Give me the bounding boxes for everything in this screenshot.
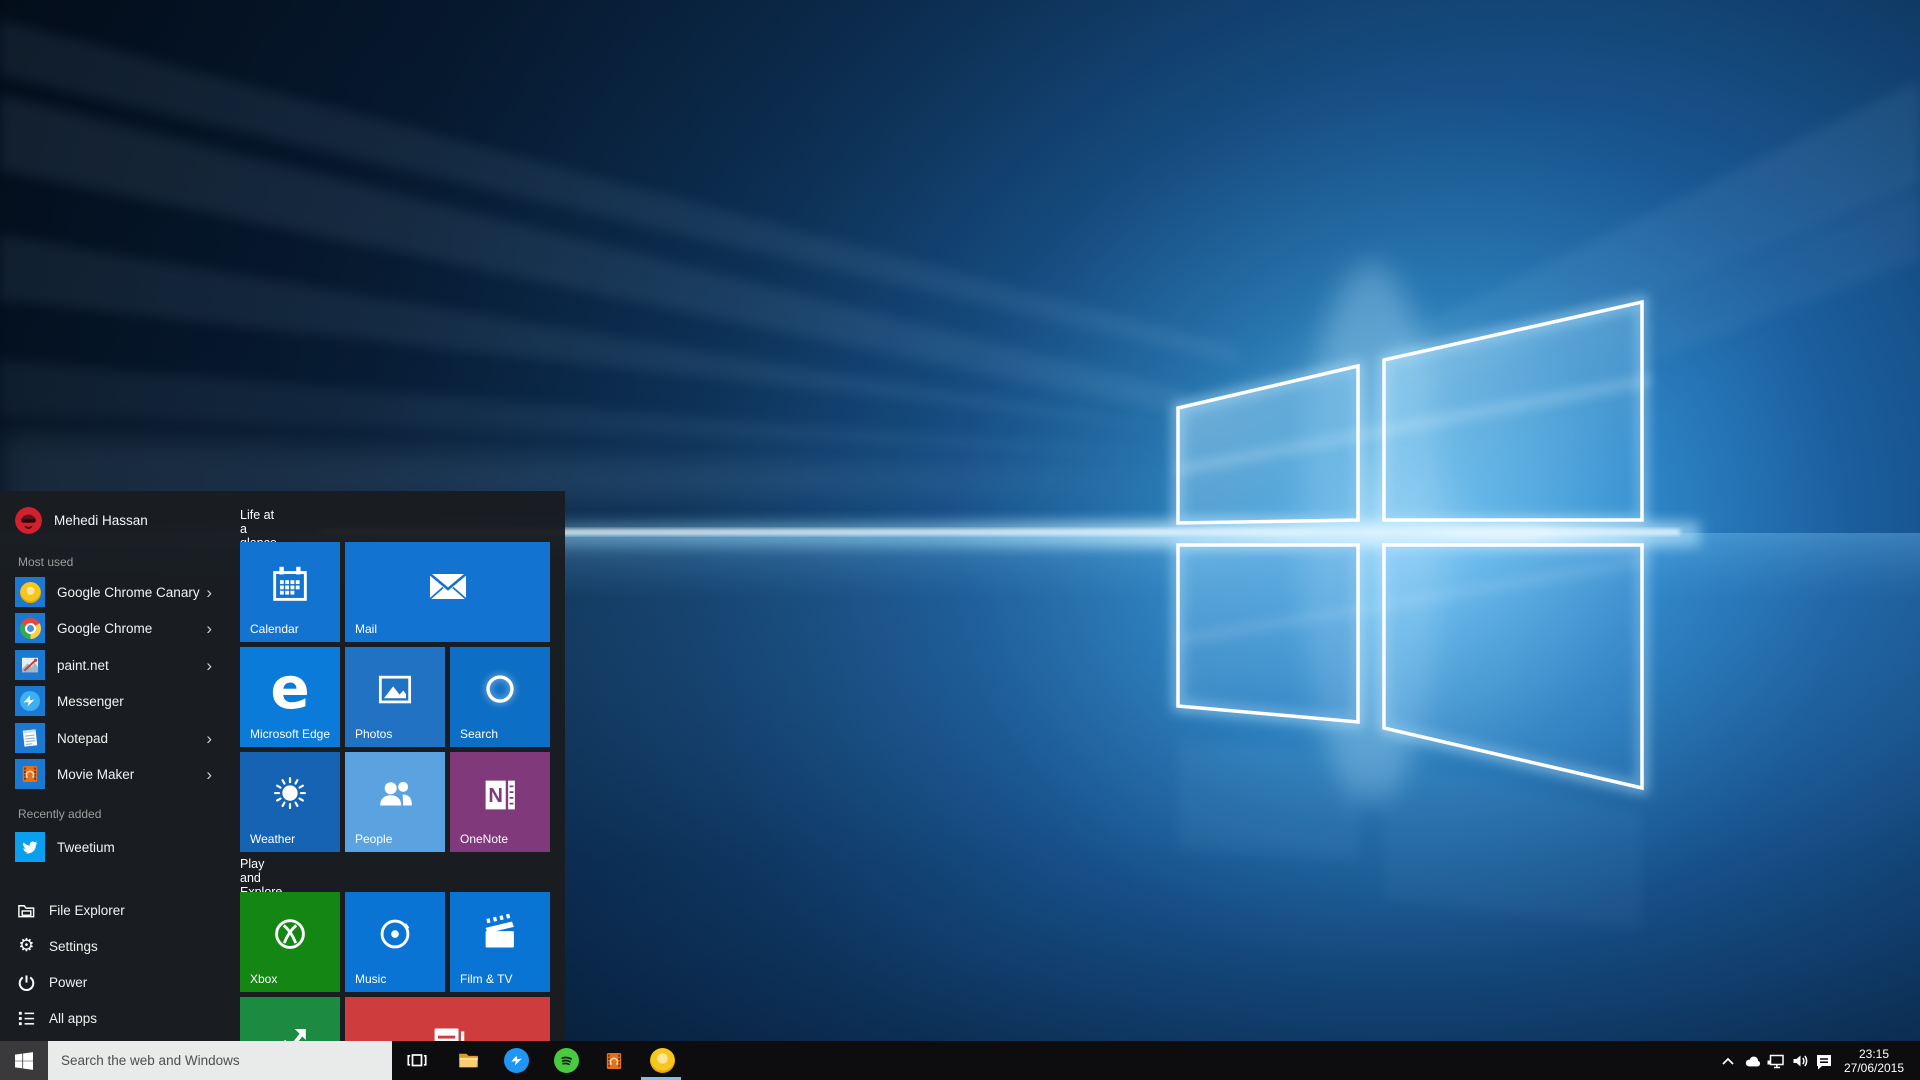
photos-icon [345,647,445,733]
xbox-icon [240,892,340,978]
newspaper-icon [345,997,550,1041]
task-view-icon [407,1054,427,1067]
svg-text:N: N [488,785,503,807]
onenote-icon: N [450,752,550,838]
chevron-right-icon[interactable]: › [206,620,212,637]
tile-xbox[interactable]: Xbox [240,892,340,992]
start-menu: Mehedi Hassan Most used Google Chrome Ca… [0,491,565,1041]
movie-maker-icon [15,759,45,789]
chrome-canary-icon [15,577,45,607]
notepad-icon [15,723,45,753]
menu-item-notepad[interactable]: Notepad › [0,722,232,754]
menu-item-google-chrome[interactable]: Google Chrome › [0,612,232,644]
menu-item-tweetium[interactable]: Tweetium [0,831,232,863]
clock-time: 23:15 [1858,1046,1890,1061]
clock-date: 27/06/2015 [1843,1060,1905,1075]
chevron-right-icon[interactable]: › [206,657,212,674]
menu-item-paint-net[interactable]: paint.net › [0,649,232,681]
menu-item-power[interactable]: Power [0,966,232,998]
tray-network[interactable] [1764,1041,1788,1080]
gear-icon: ⚙ [18,935,35,956]
taskbar: 23:15 27/06/2015 [0,1041,1920,1080]
calendar-icon [240,542,340,628]
sun-icon [240,752,340,838]
taskbar-file-explorer-button[interactable] [445,1041,491,1080]
clapperboard-icon [450,892,550,978]
user-name: Mehedi Hassan [54,512,148,528]
stock-arrow-icon [240,997,340,1041]
chevron-right-icon[interactable]: › [206,584,212,601]
tile-search[interactable]: Search [450,647,550,747]
start-button[interactable] [0,1041,48,1080]
tile-money[interactable] [240,997,340,1041]
user-avatar [15,506,42,534]
messenger-icon [15,686,45,716]
folder-icon [458,1053,478,1068]
taskbar-search [48,1041,392,1080]
taskbar-messenger-button[interactable] [493,1041,539,1080]
music-disc-icon [345,892,445,978]
tile-mail[interactable]: Mail [345,542,550,642]
chevron-right-icon[interactable]: › [206,730,212,747]
menu-item-all-apps[interactable]: All apps [0,1002,232,1034]
menu-item-messenger[interactable]: Messenger [0,685,232,717]
onedrive-cloud-icon [1745,1056,1761,1066]
messenger-icon [503,1048,529,1073]
tile-weather[interactable]: Weather [240,752,340,852]
taskbar-chrome-canary-button[interactable] [639,1041,685,1080]
power-icon [17,973,36,992]
people-icon [345,752,445,838]
tile-onenote[interactable]: N OneNote [450,752,550,852]
network-icon [1767,1054,1784,1068]
taskbar-clock[interactable]: 23:15 27/06/2015 [1836,1041,1912,1080]
user-account-button[interactable]: Mehedi Hassan [0,504,232,536]
chevron-right-icon[interactable]: › [206,766,212,783]
all-apps-icon [17,1009,36,1028]
tray-action-center[interactable] [1812,1041,1836,1080]
chrome-icon [15,613,45,643]
edge-e-icon: e [270,654,310,722]
tile-microsoft-edge[interactable]: e Microsoft Edge [240,647,340,747]
cortana-circle-icon [450,647,550,733]
tile-photos[interactable]: Photos [345,647,445,747]
section-label-most-used: Most used [18,555,74,569]
menu-item-movie-maker[interactable]: Movie Maker › [0,758,232,790]
chrome-canary-icon [649,1048,675,1073]
taskbar-spotify-button[interactable] [543,1041,589,1080]
spotify-icon [553,1048,579,1073]
task-view-button[interactable] [394,1041,440,1080]
volume-icon [1793,1055,1808,1066]
tile-film-tv[interactable]: Film & TV [450,892,550,992]
windows-logo-icon [15,1051,33,1070]
tile-people[interactable]: People [345,752,445,852]
menu-item-settings[interactable]: ⚙ Settings [0,930,232,962]
paint-net-icon [15,650,45,680]
mail-envelope-icon [345,542,550,628]
desktop: Mehedi Hassan Most used Google Chrome Ca… [0,0,1920,1080]
chevron-up-icon [1722,1057,1734,1065]
taskbar-movie-maker-button[interactable] [591,1041,637,1080]
folder-icon [17,901,36,920]
tray-onedrive[interactable] [1740,1041,1764,1080]
tray-volume[interactable] [1788,1041,1812,1080]
start-menu-left-column: Mehedi Hassan Most used Google Chrome Ca… [0,491,234,1041]
section-label-recently-added: Recently added [18,807,102,821]
menu-item-file-explorer[interactable]: File Explorer [0,894,232,926]
action-center-icon [1817,1054,1831,1069]
menu-item-google-chrome-canary[interactable]: Google Chrome Canary › [0,576,232,608]
tile-news[interactable] [345,997,550,1041]
tile-calendar[interactable]: Calendar [240,542,340,642]
search-input[interactable] [48,1041,392,1080]
tweetium-bird-icon [15,832,45,862]
movie-maker-icon [606,1052,622,1069]
tray-show-hidden-icons[interactable] [1716,1041,1740,1080]
tile-music[interactable]: Music [345,892,445,992]
